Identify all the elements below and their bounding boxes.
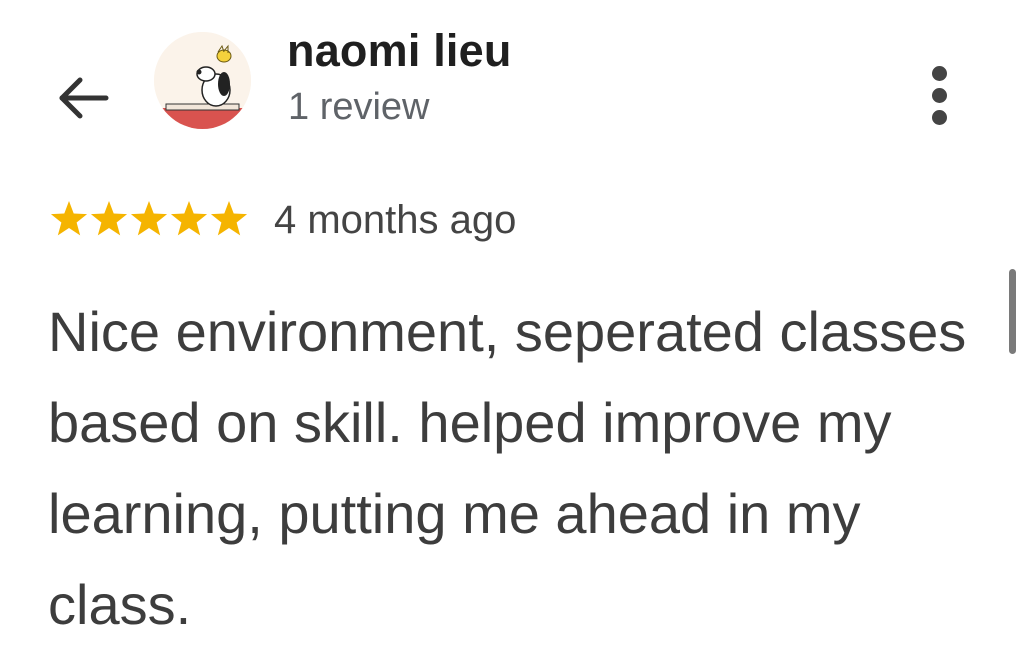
review-date: 4 months ago xyxy=(274,198,517,242)
star-icon xyxy=(90,201,128,236)
more-vert-icon-dot xyxy=(932,110,947,125)
review-text: Nice environment, seperated classes base… xyxy=(48,300,967,636)
avatar[interactable] xyxy=(154,32,251,129)
scrollbar[interactable] xyxy=(1009,269,1016,354)
star-icon xyxy=(210,201,248,236)
arrow-left-icon xyxy=(59,77,109,119)
user-name[interactable]: naomi lieu xyxy=(287,25,512,77)
star-icon xyxy=(170,201,208,236)
star-icon xyxy=(50,201,88,236)
back-button[interactable] xyxy=(52,72,112,124)
review-count: 1 review xyxy=(288,86,430,128)
more-vert-icon-dot xyxy=(932,66,947,81)
more-vert-icon-dot xyxy=(932,88,947,103)
star-rating xyxy=(48,198,248,244)
star-icon xyxy=(130,201,168,236)
snoopy-avatar-icon xyxy=(154,32,251,129)
more-options-button[interactable] xyxy=(920,64,960,128)
